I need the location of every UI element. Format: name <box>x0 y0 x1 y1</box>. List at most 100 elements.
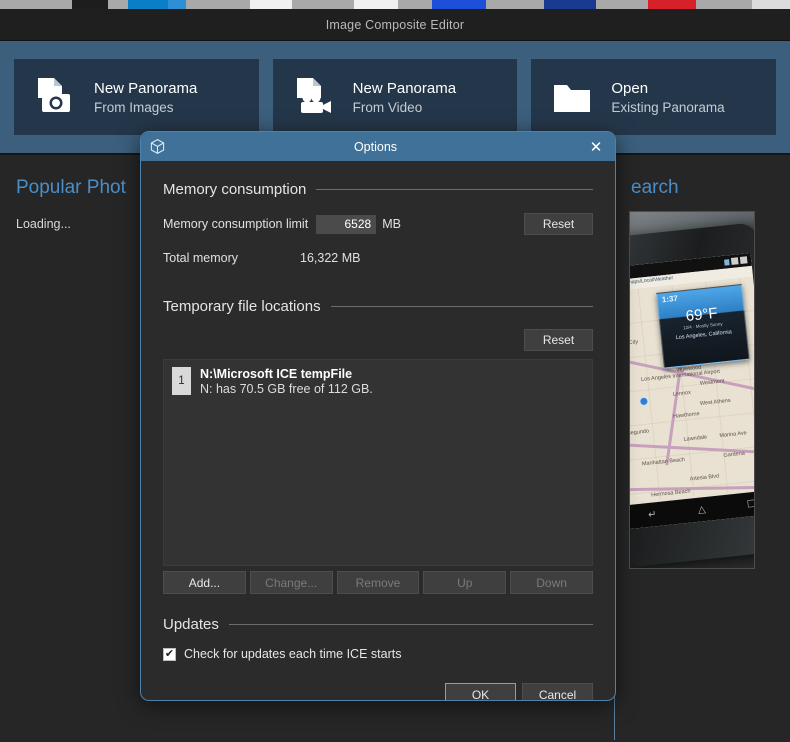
list-item-detail: N: has 70.5 GB free of 112 GB. <box>200 382 373 396</box>
section-divider <box>330 306 593 307</box>
taskbar-item[interactable] <box>0 0 72 9</box>
taskbar-item[interactable] <box>398 0 432 9</box>
document-camera-icon <box>32 74 78 120</box>
total-memory-label: Total memory <box>163 251 239 265</box>
section-memory-consumption-header: Memory consumption <box>163 181 593 198</box>
options-dialog: Options ✕ Memory consumption Memory cons… <box>140 131 616 701</box>
memory-reset-button[interactable]: Reset <box>524 213 593 235</box>
section-divider <box>228 624 593 625</box>
taskbar-item[interactable] <box>486 0 544 9</box>
back-icon: ↵ <box>647 508 658 521</box>
section-divider <box>316 189 593 190</box>
taskbar-item[interactable] <box>72 0 108 9</box>
section-title: Memory consumption <box>163 181 307 198</box>
weather-widget: 1:37 69°F 12/4 · Mostly Sunny Los Angele… <box>656 283 750 369</box>
location-marker-icon <box>638 396 649 407</box>
wifi-icon <box>723 258 730 266</box>
map-label: West Athens <box>699 397 731 407</box>
phone-photo-image: bing.com/maps/Local/Weather Los Angeles … <box>630 212 754 568</box>
ok-button[interactable]: OK <box>445 683 516 700</box>
taskbar-item[interactable] <box>596 0 648 9</box>
phone-device: bing.com/maps/Local/Weather Los Angeles … <box>629 222 755 568</box>
temp-file-locations-list[interactable]: 1 N:\Microsoft ICE tempFile N: has 70.5 … <box>163 359 593 566</box>
total-memory-row: Total memory 16,322 MB <box>163 246 593 270</box>
card-subtitle: From Images <box>94 99 174 115</box>
map-label: Marina Ave <box>719 430 748 440</box>
map-label: Lennox <box>672 389 692 398</box>
card-title: New Panorama <box>352 79 457 97</box>
battery-icon <box>739 256 748 264</box>
map-label: Artesia Blvd <box>689 473 720 483</box>
taskbar-item[interactable] <box>292 0 354 9</box>
card-title: New Panorama <box>94 79 198 97</box>
close-icon[interactable]: ✕ <box>585 136 607 158</box>
memory-limit-row: Memory consumption limit MB Reset <box>163 212 593 236</box>
column-search: earch bing.com/maps/Local/Weather Los An… <box>614 155 790 740</box>
taskbar-item[interactable] <box>354 0 398 9</box>
section-updates-header: Updates <box>163 616 593 633</box>
weather-time: 1:37 <box>661 293 679 305</box>
taskbar-item[interactable] <box>696 0 752 9</box>
dialog-footer: OK Cancel <box>141 661 615 700</box>
ice-app-window: Image Composite Editor New Panorama From… <box>0 9 790 742</box>
check-updates-label: Check for updates each time ICE starts <box>184 647 402 661</box>
card-open-existing-panorama[interactable]: Open Existing Panorama <box>531 59 777 135</box>
map-label: Culver City <box>629 339 639 348</box>
signal-icon <box>730 257 739 265</box>
column-heading: earch <box>631 177 679 198</box>
add-button[interactable]: Add... <box>163 571 246 594</box>
map-label: Hawthorne <box>672 411 700 420</box>
memory-limit-unit: MB <box>382 217 401 231</box>
temp-files-button-row: Add... Change... Remove Up Down <box>163 571 593 594</box>
taskbar-item[interactable] <box>128 0 168 9</box>
memory-limit-input[interactable] <box>316 214 377 234</box>
temp-files-reset-row: Reset <box>163 329 593 351</box>
section-updates: Updates ✔ Check for updates each time IC… <box>163 616 593 661</box>
total-memory-value: 16,322 MB <box>300 251 361 265</box>
taskbar-item[interactable] <box>186 0 250 9</box>
card-new-panorama-from-video[interactable]: New Panorama From Video <box>272 59 518 135</box>
road-line <box>630 485 754 492</box>
move-down-button[interactable]: Down <box>510 571 593 594</box>
cube-icon <box>149 138 166 155</box>
card-title: Open <box>611 79 649 97</box>
recents-icon: ☐ <box>746 498 755 511</box>
map-label: Gardena <box>723 450 746 459</box>
taskbar-item[interactable] <box>432 0 486 9</box>
system-taskbar[interactable] <box>0 0 790 9</box>
taskbar-item[interactable] <box>648 0 696 9</box>
check-updates-checkbox[interactable]: ✔ <box>163 647 176 661</box>
check-updates-row[interactable]: ✔ Check for updates each time ICE starts <box>163 647 593 661</box>
move-up-button[interactable]: Up <box>423 571 507 594</box>
taskbar-item[interactable] <box>168 0 186 9</box>
list-item[interactable]: 1 N:\Microsoft ICE tempFile N: has 70.5 … <box>164 360 592 403</box>
checkmark-icon: ✔ <box>164 647 175 660</box>
section-title: Temporary file locations <box>163 298 321 315</box>
remove-button[interactable]: Remove <box>336 571 420 594</box>
taskbar-item[interactable] <box>752 0 790 9</box>
card-new-panorama-from-images[interactable]: New Panorama From Images <box>14 59 259 135</box>
section-temp-files-header: Temporary file locations <box>163 298 593 315</box>
map-label: Westmont <box>699 378 725 387</box>
map-label: Manhattan Beach <box>641 456 686 468</box>
folder-icon <box>549 74 595 120</box>
card-subtitle: Existing Panorama <box>611 99 725 115</box>
change-button[interactable]: Change... <box>249 571 333 594</box>
taskbar-item[interactable] <box>108 0 128 9</box>
document-video-camera-icon <box>291 74 337 120</box>
dialog-title: Options <box>353 139 398 154</box>
photo-thumbnail[interactable]: bing.com/maps/Local/Weather Los Angeles … <box>629 211 755 569</box>
dialog-body: Memory consumption Memory consumption li… <box>141 161 615 661</box>
cancel-button[interactable]: Cancel <box>522 683 593 700</box>
card-subtitle: From Video <box>352 99 423 115</box>
memory-limit-label: Memory consumption limit <box>163 217 309 231</box>
dialog-titlebar[interactable]: Options ✕ <box>141 132 615 161</box>
map-label: Lawndale <box>683 434 708 443</box>
list-item-index: 1 <box>172 367 191 395</box>
app-title: Image Composite Editor <box>325 17 465 32</box>
taskbar-item[interactable] <box>250 0 292 9</box>
temp-files-reset-button[interactable]: Reset <box>524 329 593 351</box>
map-label: El Segundo <box>629 428 650 437</box>
map-canvas: Los Angeles International Airport Inglew… <box>629 276 754 504</box>
taskbar-item[interactable] <box>544 0 596 9</box>
